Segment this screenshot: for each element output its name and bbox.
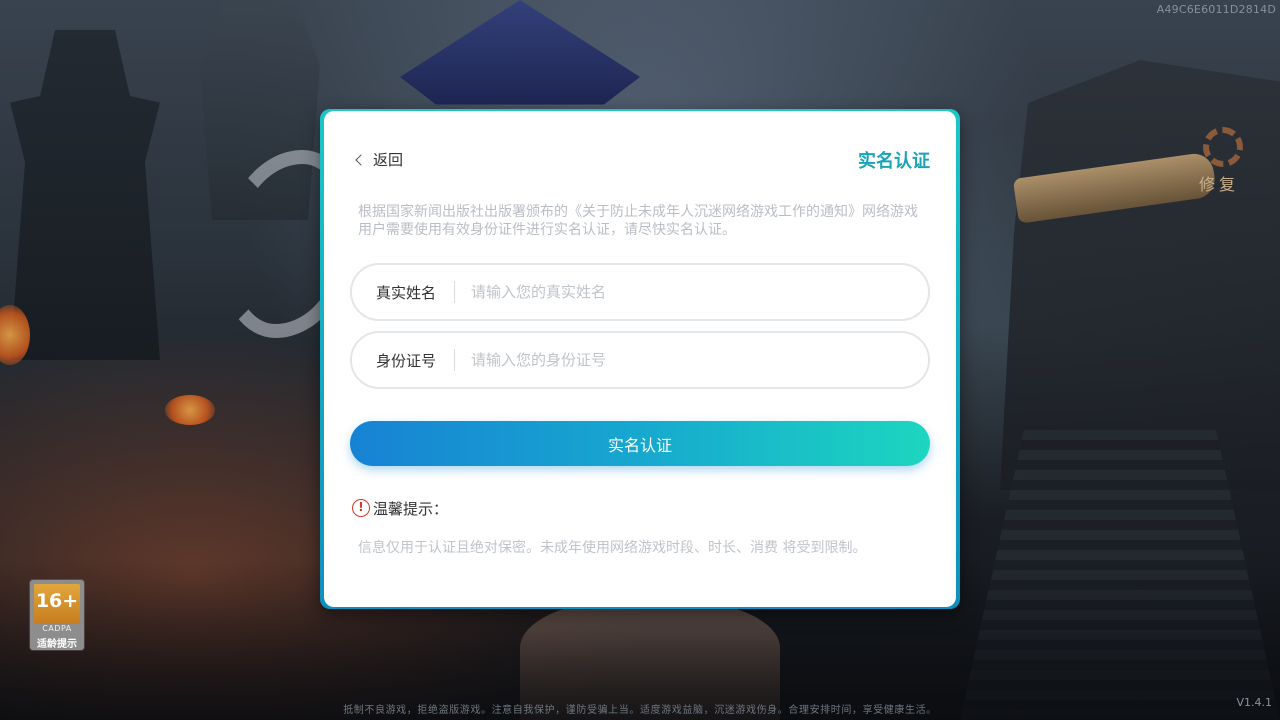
gear-icon bbox=[1203, 127, 1243, 167]
background-tower-left bbox=[10, 30, 160, 360]
tip-text: 信息仅用于认证且绝对保密。未成年使用网络游戏时段、时长、消费 将受到限制。 bbox=[358, 540, 867, 556]
field-divider bbox=[454, 349, 455, 371]
back-label: 返回 bbox=[373, 150, 404, 169]
id-number-label: 身份证号 bbox=[376, 351, 437, 370]
version-label: V1.4.1 bbox=[1236, 696, 1272, 709]
background-lantern bbox=[165, 395, 215, 425]
repair-label: 修复 bbox=[1199, 175, 1240, 194]
tip-header: ! 温馨提示： bbox=[352, 497, 448, 519]
field-divider bbox=[454, 281, 455, 303]
age-rating-label: 适龄提示 bbox=[37, 639, 77, 650]
health-notice-footer: 抵制不良游戏，拒绝盗版游戏。注意自我保护，谨防受骗上当。适度游戏益脑，沉迷游戏伤… bbox=[343, 705, 937, 716]
device-id-text: A49C6E6011D2814D bbox=[1156, 3, 1276, 16]
repair-button[interactable]: 修复 bbox=[1195, 125, 1255, 195]
real-name-label: 真实姓名 bbox=[376, 283, 437, 302]
submit-verification-button[interactable]: 实名认证 bbox=[350, 421, 930, 466]
tip-title: 温馨提示： bbox=[373, 499, 449, 518]
age-rating-badge[interactable]: 16+ CADPA 适龄提示 bbox=[30, 580, 84, 650]
regulation-notice: 根据国家新闻出版社出版署颁布的《关于防止未成年人沉迷网络游戏工作的通知》网络游戏… bbox=[358, 204, 918, 238]
id-number-input[interactable] bbox=[469, 339, 904, 381]
chevron-left-icon bbox=[355, 153, 367, 166]
id-number-field: 身份证号 bbox=[350, 331, 930, 389]
real-name-input[interactable] bbox=[469, 271, 904, 313]
age-rating-number: 16+ bbox=[35, 590, 79, 612]
dialog-title: 实名认证 bbox=[858, 151, 930, 172]
warning-icon: ! bbox=[352, 499, 370, 517]
real-name-auth-dialog: 返回 实名认证 根据国家新闻出版社出版署颁布的《关于防止未成年人沉迷网络游戏工作… bbox=[324, 111, 956, 607]
back-button[interactable]: 返回 bbox=[355, 149, 404, 169]
real-name-field: 真实姓名 bbox=[350, 263, 930, 321]
age-rating-box: 16+ bbox=[34, 584, 80, 624]
background-character-hat bbox=[400, 0, 640, 105]
age-rating-org: CADPA bbox=[42, 624, 72, 633]
